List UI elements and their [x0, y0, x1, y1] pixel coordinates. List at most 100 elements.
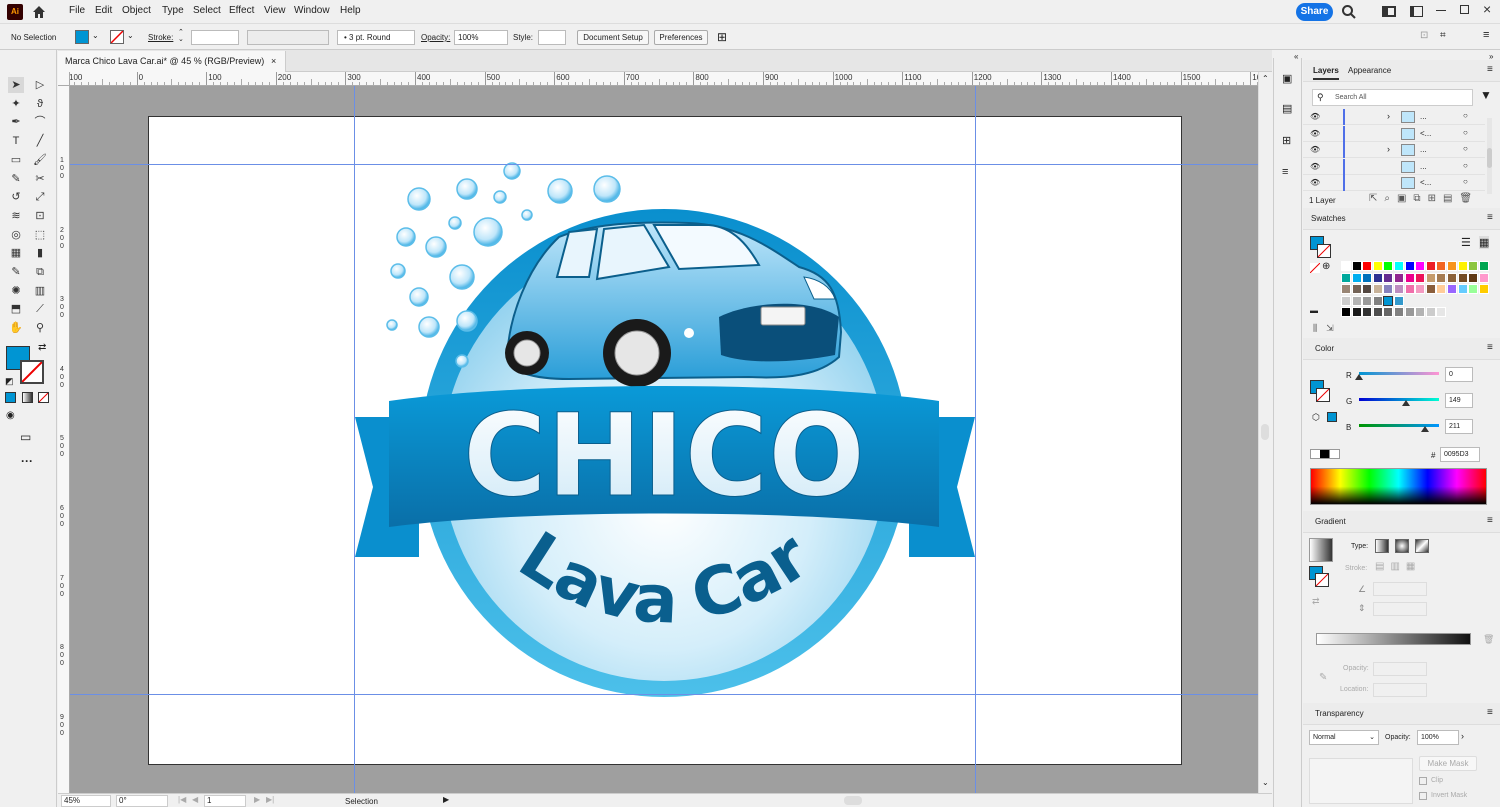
- layer-row[interactable]: 👁... ○: [1303, 158, 1485, 175]
- radial-gradient-icon[interactable]: [1395, 539, 1409, 553]
- zoom-tool-icon[interactable]: ⚲: [32, 320, 48, 336]
- hand-tool-icon[interactable]: ✋: [8, 320, 24, 336]
- gradient-slider[interactable]: [1316, 633, 1471, 645]
- swatch[interactable]: [1447, 272, 1457, 283]
- opacity-arrow-icon[interactable]: ›: [1461, 731, 1464, 741]
- prev-artboard-icon[interactable]: ◀: [192, 795, 198, 804]
- b-value[interactable]: 211: [1445, 419, 1473, 434]
- libraries-icon[interactable]: ▤: [1282, 102, 1292, 115]
- menu-object[interactable]: Object: [122, 5, 151, 16]
- r-slider[interactable]: [1355, 372, 1439, 380]
- swatch[interactable]: [1383, 295, 1394, 306]
- swatch[interactable]: [1394, 307, 1404, 317]
- stroke-color-box[interactable]: [20, 360, 44, 384]
- opacity-field[interactable]: 100%: [454, 30, 508, 45]
- close-tab-icon[interactable]: ×: [271, 51, 276, 72]
- swatch[interactable]: [1425, 284, 1436, 294]
- swatch[interactable]: [1383, 272, 1394, 283]
- guide-horizontal-top[interactable]: [70, 164, 1258, 165]
- color-panel-menu-icon[interactable]: ≡: [1487, 342, 1493, 353]
- paintbrush-tool-icon[interactable]: 🖌: [32, 152, 48, 168]
- magic-wand-tool-icon[interactable]: ✦: [8, 96, 24, 112]
- gradient-panel-menu-icon[interactable]: ≡: [1487, 515, 1493, 526]
- stroke-weight-field[interactable]: [191, 30, 239, 45]
- fill-swatch[interactable]: [75, 30, 89, 44]
- menu-effect[interactable]: Effect: [229, 5, 254, 16]
- rotation-field[interactable]: 0°: [116, 795, 168, 807]
- share-button[interactable]: Share: [1296, 3, 1333, 21]
- draw-mode-icon[interactable]: ◉: [6, 410, 15, 421]
- swatch[interactable]: [1447, 261, 1457, 271]
- color-spectrum[interactable]: [1310, 468, 1487, 505]
- blend-mode-select[interactable]: Normal ⌄: [1309, 730, 1379, 745]
- stroke-swatch[interactable]: [110, 30, 124, 44]
- swatch[interactable]: [1362, 272, 1373, 283]
- scissors-tool-icon[interactable]: ✂: [32, 171, 48, 187]
- target-icon[interactable]: ○: [1463, 161, 1468, 170]
- layer-row[interactable]: 👁 <... ○: [1303, 175, 1485, 191]
- stroke-stepper[interactable]: ⌃ ⌄: [178, 29, 184, 43]
- swatch[interactable]: [1351, 272, 1362, 283]
- vertical-scrollbar[interactable]: ⌃ ⌄: [1258, 72, 1272, 793]
- swatch[interactable]: [1478, 261, 1489, 271]
- menu-window[interactable]: Window: [294, 5, 330, 16]
- scale-tool-icon[interactable]: ⤢: [32, 189, 48, 205]
- arrange-icon[interactable]: [1410, 6, 1423, 17]
- target-icon[interactable]: ○: [1463, 177, 1468, 186]
- reverse-gradient-icon[interactable]: ⇄: [1312, 596, 1320, 607]
- mesh-tool-icon[interactable]: ▦: [8, 245, 24, 261]
- stroke-dropdown-icon[interactable]: ⌄: [127, 31, 134, 40]
- gradient-opacity-field[interactable]: [1373, 662, 1427, 676]
- layers-scrollbar[interactable]: [1487, 118, 1492, 194]
- scroll-up-icon[interactable]: ⌃: [1262, 74, 1269, 83]
- align-icon[interactable]: ⊡: [1420, 30, 1428, 41]
- r-slider-thumb[interactable]: [1355, 374, 1363, 380]
- swatch[interactable]: [1457, 284, 1468, 294]
- swatch[interactable]: [1372, 284, 1383, 294]
- gradient-mode-icon[interactable]: [22, 392, 33, 403]
- swatch-stroke-indicator[interactable]: [1317, 244, 1331, 258]
- visibility-eye-icon[interactable]: 👁: [1310, 162, 1320, 171]
- layers-actions[interactable]: ⇱⌕▣⧉⊞▤🗑: [1369, 193, 1479, 204]
- angle-field[interactable]: [1373, 582, 1427, 596]
- r-value[interactable]: 0: [1445, 367, 1473, 382]
- selection-tool-icon[interactable]: ➤: [8, 77, 24, 93]
- swatch[interactable]: [1404, 272, 1415, 283]
- column-graph-tool-icon[interactable]: ▥: [32, 283, 48, 299]
- swatch[interactable]: [1362, 261, 1373, 271]
- pen-tool-icon[interactable]: ✒: [8, 114, 24, 130]
- layers-search[interactable]: ⚲ Search All: [1312, 89, 1473, 106]
- swatch[interactable]: [1415, 272, 1426, 283]
- swatch[interactable]: [1457, 272, 1468, 283]
- current-tool[interactable]: Selection: [345, 797, 378, 806]
- menu-file[interactable]: File: [69, 5, 85, 16]
- swatch[interactable]: [1394, 261, 1404, 271]
- transparency-opacity-field[interactable]: 100%: [1417, 730, 1459, 745]
- swatch[interactable]: [1341, 272, 1351, 283]
- scroll-down-icon[interactable]: ⌄: [1262, 778, 1269, 787]
- visibility-eye-icon[interactable]: 👁: [1310, 112, 1320, 121]
- search-icon[interactable]: [1341, 4, 1357, 20]
- list-view-icon[interactable]: ☰: [1461, 236, 1471, 249]
- swatch[interactable]: [1362, 284, 1373, 294]
- last-artboard-icon[interactable]: ▶|: [266, 795, 274, 804]
- swatch[interactable]: [1351, 307, 1362, 317]
- visibility-eye-icon[interactable]: 👁: [1310, 178, 1320, 187]
- brush-field[interactable]: • 3 pt. Round: [337, 30, 415, 45]
- perspective-grid-tool-icon[interactable]: ⬚: [32, 227, 48, 243]
- swatch[interactable]: [1341, 284, 1351, 294]
- fill-dropdown-icon[interactable]: ⌄: [92, 31, 99, 40]
- more-icon[interactable]: ≡: [1483, 29, 1489, 41]
- menu-select[interactable]: Select: [193, 5, 221, 16]
- horizontal-ruler[interactable]: 100 0 100 200 300 400 500 600 700 800 900 1000 1100 1…: [70, 72, 1260, 86]
- swatch[interactable]: [1436, 307, 1447, 317]
- menu-edit[interactable]: Edit: [95, 5, 112, 16]
- swatch[interactable]: [1341, 307, 1351, 317]
- zoom-field[interactable]: 45%: [61, 795, 111, 807]
- swatch[interactable]: [1436, 284, 1447, 294]
- none-mode-icon[interactable]: [38, 392, 49, 403]
- line-tool-icon[interactable]: ╱: [32, 133, 48, 149]
- g-value[interactable]: 149: [1445, 393, 1473, 408]
- b-slider[interactable]: [1359, 424, 1439, 432]
- grid-view-icon[interactable]: ▦: [1479, 236, 1490, 249]
